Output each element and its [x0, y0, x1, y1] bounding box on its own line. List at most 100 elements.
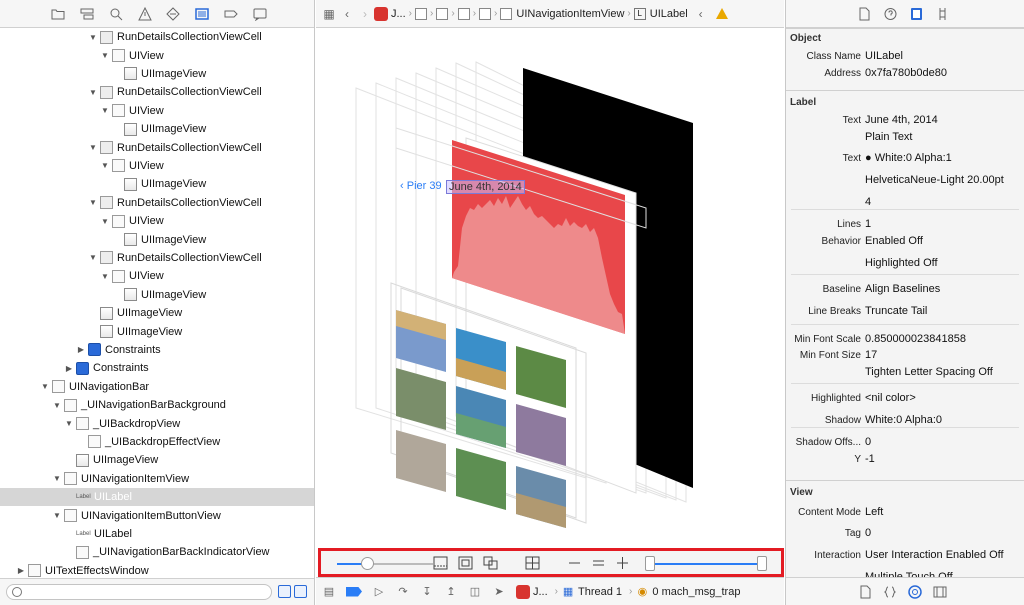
zoom-in-icon[interactable] — [615, 556, 630, 570]
tree-row[interactable]: ▼ RunDetailsCollectionViewCell — [0, 249, 314, 267]
property-value[interactable]: -1 — [865, 453, 875, 465]
tree-row[interactable]: ▼ UIView — [0, 157, 314, 175]
tree-row[interactable]: ▼ RunDetailsCollectionViewCell — [0, 83, 314, 101]
folder-icon[interactable] — [51, 7, 65, 21]
property-value[interactable]: ● White:0 Alpha:1 — [865, 152, 952, 164]
show-constraints-icon[interactable] — [458, 556, 473, 570]
hierarchy-icon[interactable] — [80, 7, 94, 21]
view-icon[interactable] — [436, 7, 449, 20]
disclosure-open-icon[interactable]: ▼ — [40, 382, 50, 392]
debug-list-icon[interactable] — [195, 7, 209, 21]
tree-row[interactable]: Label UILabel — [0, 488, 314, 507]
property-value[interactable]: User Interaction Enabled Off — [865, 549, 1004, 561]
stack-frame-label[interactable]: 0 mach_msg_trap — [652, 586, 740, 598]
disclosure-open-icon[interactable]: ▼ — [88, 253, 98, 263]
tree-row[interactable]: ▼ UINavigationItemButtonView — [0, 506, 314, 524]
help-icon[interactable] — [884, 7, 897, 21]
window-icon[interactable] — [415, 7, 428, 20]
hide-debug-area-icon[interactable]: ▤ — [322, 585, 336, 599]
disclosure-open-icon[interactable]: ▼ — [100, 216, 110, 226]
view-icon[interactable] — [457, 7, 470, 20]
tree-row[interactable]: UIImageView — [0, 65, 314, 83]
tree-row[interactable]: UIImageView — [0, 230, 314, 248]
disclosure-open-icon[interactable]: ▼ — [64, 419, 74, 429]
property-value[interactable]: 17 — [865, 349, 877, 361]
debug-app-label[interactable]: J... — [533, 586, 548, 598]
disclosure-open-icon[interactable]: ▼ — [100, 271, 110, 281]
property-value[interactable]: HelveticaNeue-Light 20.00pt — [865, 174, 1004, 186]
breakpoint-icon[interactable] — [224, 7, 238, 21]
wireframe-icon[interactable] — [483, 556, 498, 570]
disclosure-open-icon[interactable]: ▼ — [100, 106, 110, 116]
disclosure-open-icon[interactable]: ▼ — [52, 474, 62, 484]
tree-row[interactable]: ▼ RunDetailsCollectionViewCell — [0, 28, 314, 46]
clip-content-icon[interactable] — [433, 556, 448, 570]
object-library-icon[interactable] — [908, 585, 922, 599]
tree-row[interactable]: UIImageView — [0, 304, 314, 322]
identity-icon[interactable] — [910, 7, 923, 21]
search-icon[interactable] — [109, 7, 123, 21]
debug-view-hierarchy-icon[interactable]: ◫ — [468, 585, 482, 599]
property-value[interactable]: June 4th, 2014 — [865, 114, 938, 126]
property-value[interactable]: UILabel — [865, 50, 903, 62]
related-items-icon[interactable]: ▦ — [320, 5, 338, 23]
warning-icon[interactable] — [137, 6, 152, 21]
disclosure-open-icon[interactable]: ▼ — [100, 51, 110, 61]
range-slider-track[interactable] — [651, 563, 765, 565]
zoom-out-icon[interactable] — [567, 556, 582, 570]
disclosure-open-icon[interactable]: ▼ — [88, 32, 98, 42]
navbar-icon[interactable] — [479, 7, 492, 20]
tree-row[interactable]: _UIBackdropEffectView — [0, 433, 314, 451]
tree-row[interactable]: ▼ _UIBackdropView — [0, 414, 314, 432]
filter-toggle-button[interactable] — [278, 585, 291, 598]
tree-row[interactable]: ▶ Constraints — [0, 359, 314, 377]
property-value[interactable]: Highlighted Off — [865, 257, 938, 269]
tree-row[interactable]: ▶ Constraints — [0, 341, 314, 359]
step-out-icon[interactable]: ↥ — [444, 585, 458, 599]
disclosure-open-icon[interactable]: ▼ — [88, 87, 98, 97]
property-value[interactable]: <nil color> — [865, 392, 916, 404]
reset-orientation-icon[interactable] — [525, 556, 540, 570]
tree-row[interactable]: ▼ UIView — [0, 212, 314, 230]
jumpbar-app[interactable]: J... — [391, 8, 406, 20]
property-value[interactable]: 1 — [865, 218, 871, 230]
back-arrow-icon[interactable]: ‹ — [338, 5, 356, 23]
tree-row[interactable]: ▶ UITextEffectsWindow — [0, 562, 314, 578]
tree-row[interactable]: UIImageView — [0, 322, 314, 340]
forward-arrow-icon[interactable]: › — [356, 5, 374, 23]
disclosure-closed-icon[interactable]: ▶ — [16, 566, 26, 576]
back-button[interactable]: ‹ Pier 39 — [400, 180, 442, 192]
tree-row[interactable]: ▼ RunDetailsCollectionViewCell — [0, 194, 314, 212]
tree-row[interactable]: ▼ UIView — [0, 102, 314, 120]
warning-icon[interactable] — [715, 8, 728, 19]
tree-row[interactable]: Label UILabel — [0, 525, 314, 543]
tree-row[interactable]: ▼ UINavigationItemView — [0, 470, 314, 488]
tree-row[interactable]: UIImageView — [0, 451, 314, 469]
property-value[interactable]: Align Baselines — [865, 283, 940, 295]
step-over-icon[interactable]: ↷ — [396, 585, 410, 599]
file-icon[interactable] — [858, 7, 871, 21]
disclosure-open-icon[interactable]: ▼ — [100, 161, 110, 171]
property-value[interactable]: 0 — [865, 436, 871, 448]
disclosure-closed-icon[interactable]: ▶ — [64, 363, 74, 373]
tree-row[interactable]: ▼ UIView — [0, 267, 314, 285]
range-slider-max-knob[interactable] — [757, 556, 767, 571]
tree-row[interactable]: UIImageView — [0, 120, 314, 138]
exploded-view-layers[interactable] — [316, 28, 784, 548]
tree-row[interactable]: ▼ UIView — [0, 46, 314, 64]
range-slider-min-knob[interactable] — [645, 556, 655, 571]
disclosure-closed-icon[interactable]: ▶ — [76, 345, 86, 355]
tree-row[interactable]: _UINavigationBarBackIndicatorView — [0, 543, 314, 561]
simulate-location-icon[interactable]: ➤ — [492, 585, 506, 599]
view-debugger-canvas[interactable]: ‹ Pier 39 June 4th, 2014 — [316, 28, 784, 548]
filter-input[interactable] — [6, 584, 272, 600]
report-icon[interactable] — [253, 7, 267, 21]
tree-row[interactable]: ▼ RunDetailsCollectionViewCell — [0, 138, 314, 156]
spacing-slider-knob[interactable] — [361, 557, 374, 570]
file-template-icon[interactable] — [858, 585, 872, 599]
property-value[interactable]: Truncate Tail — [865, 305, 927, 317]
code-snippet-icon[interactable] — [883, 585, 897, 599]
tree-row[interactable]: UIImageView — [0, 175, 314, 193]
selected-label[interactable]: June 4th, 2014 — [446, 180, 525, 194]
thread-label[interactable]: Thread 1 — [578, 586, 622, 598]
